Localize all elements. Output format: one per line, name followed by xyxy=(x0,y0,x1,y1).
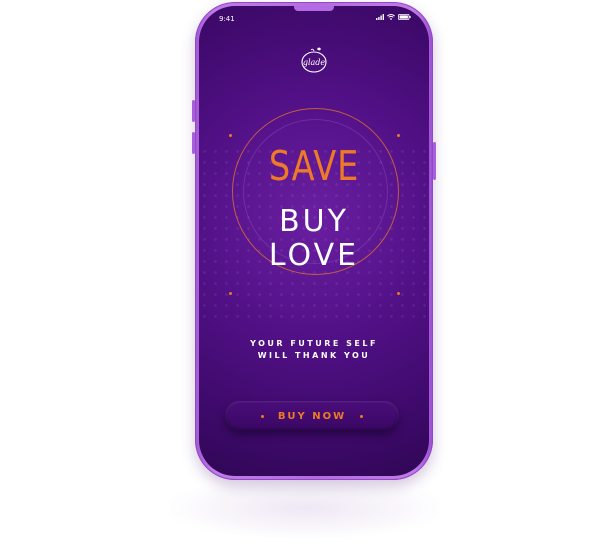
corner-dot-bl xyxy=(229,292,232,295)
status-icons xyxy=(376,14,411,20)
button-dot-left xyxy=(260,414,264,418)
side-button-left xyxy=(192,100,195,122)
status-time: 9:41 xyxy=(219,15,235,23)
phone-frame: 9:41 glade SAVE BUY LOVE YOUR FUTURE SEL… xyxy=(192,2,436,480)
button-dot-right xyxy=(360,414,364,418)
stage: 9:41 glade SAVE BUY LOVE YOUR FUTURE SEL… xyxy=(0,0,610,551)
buy-now-label: BUY NOW xyxy=(277,410,347,422)
wifi-icon xyxy=(387,14,395,20)
signal-icon xyxy=(376,14,384,20)
headline-save: SAVE xyxy=(268,142,360,190)
corner-dot-tl xyxy=(229,134,232,137)
app-screen: 9:41 glade SAVE BUY LOVE YOUR FUTURE SEL… xyxy=(199,6,429,476)
side-button-left-2 xyxy=(192,132,195,154)
side-button-right xyxy=(433,142,436,180)
glade-logo: glade xyxy=(301,47,327,73)
buy-now-button[interactable]: BUY NOW xyxy=(225,401,399,431)
headline-buy: BUY xyxy=(279,204,349,239)
headline-love: LOVE xyxy=(268,238,360,273)
battery-icon xyxy=(398,14,411,20)
corner-dot-tr xyxy=(397,134,400,137)
tagline-line-1: YOUR FUTURE SELF xyxy=(250,339,378,348)
logo-text: glade xyxy=(303,58,326,67)
tagline-line-2: WILL THANK YOU xyxy=(257,351,371,360)
corner-dot-br xyxy=(397,292,400,295)
floor-shadow xyxy=(170,478,440,538)
top-notch xyxy=(294,6,334,11)
